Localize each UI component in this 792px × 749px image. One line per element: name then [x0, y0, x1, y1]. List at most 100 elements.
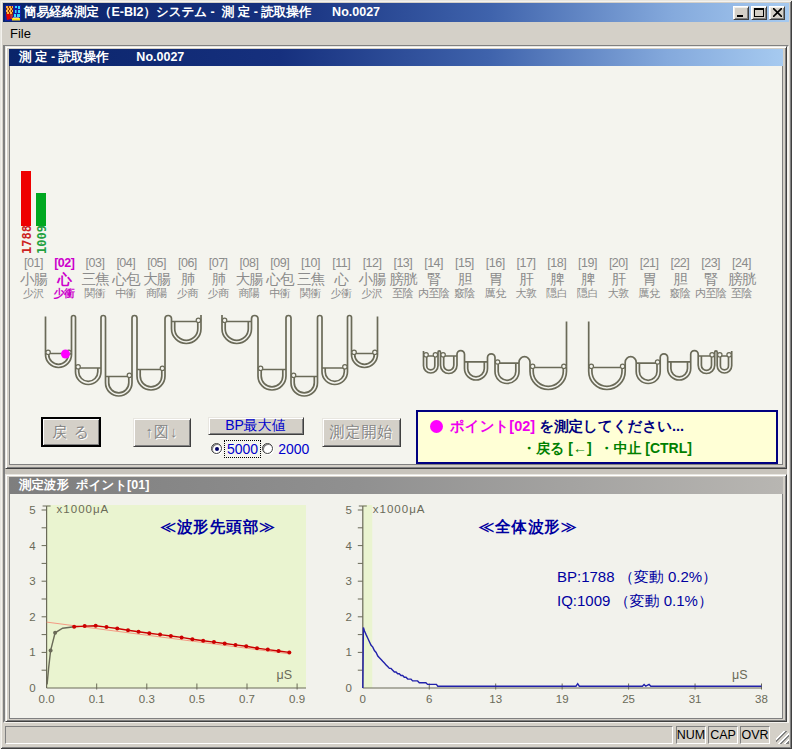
svg-text:μS: μS [276, 668, 292, 682]
acupoint-dot [196, 318, 200, 322]
acupoint-dot [258, 366, 262, 370]
svg-text:25: 25 [622, 693, 635, 705]
digits-diagram [10, 303, 784, 408]
svg-text:1: 1 [345, 646, 351, 658]
app-icon [5, 5, 21, 21]
minimize-icon [736, 8, 746, 17]
point-columns: [01]小腸少沢[02]心少衝[03]三焦関衝[04]心包中衝[05]大腸商陽[… [10, 257, 784, 307]
measure-window-body: 1788 1009 [01]小腸少沢[02]心少衝[03]三焦関衝[04]心包中… [9, 66, 783, 465]
acupoint-dot [441, 353, 445, 357]
svg-text:13: 13 [489, 693, 502, 705]
svg-text:0: 0 [360, 693, 366, 705]
svg-text:6: 6 [426, 693, 432, 705]
svg-text:x1000μA: x1000μA [57, 503, 110, 515]
svg-text:BP:1788 （変動 0.2%）: BP:1788 （変動 0.2%） [557, 568, 717, 585]
iq-bar [36, 193, 46, 226]
measure-window-titlebar[interactable]: 測 定 - 読取操作 No.0027 [9, 49, 783, 66]
svg-text:3: 3 [29, 575, 35, 587]
acupoint-dot [655, 360, 659, 364]
svg-text:1: 1 [29, 646, 35, 658]
svg-text:4: 4 [345, 540, 352, 552]
acupoint-dot [727, 353, 731, 357]
bp-bar-value: 1788 [20, 228, 34, 254]
maximize-icon [754, 8, 764, 17]
message-line2: ・戻る [←] ・中止 [CTRL] [448, 440, 766, 458]
acupoint-dot [352, 350, 356, 354]
radio-2000[interactable] [262, 443, 273, 454]
message-point-ref: ポイント[02] [450, 417, 535, 436]
minimize-button[interactable] [733, 6, 749, 20]
acupoint-dot [291, 373, 295, 377]
point-column-24: [24]膀胱至陰 [717, 257, 765, 299]
acupoint-dot [710, 353, 714, 357]
acupoint-dot [433, 353, 437, 357]
current-point-marker [61, 350, 70, 359]
svg-text:0.0: 0.0 [39, 693, 55, 705]
close-icon [773, 8, 782, 17]
maximize-button[interactable] [751, 6, 767, 20]
svg-text:5: 5 [345, 504, 351, 516]
menu-bar: File [3, 22, 789, 45]
start-measure-button[interactable]: 測定開始 [322, 418, 401, 447]
svg-text:2: 2 [345, 611, 351, 623]
acupoint-dot [562, 364, 566, 368]
acupoint-dot [127, 373, 131, 377]
status-ovr: OVR [740, 726, 770, 744]
status-message [5, 726, 673, 744]
radio-5000[interactable] [211, 443, 222, 454]
svg-text:19: 19 [556, 693, 569, 705]
acupoint-name: 至陰 [717, 288, 765, 299]
point-marker-icon [430, 420, 443, 433]
waveform-window: 測定波形 ポイント[01] 0123450.00.10.30.50.70.9x1… [5, 474, 787, 722]
bp-bar [21, 171, 31, 226]
status-cap: CAP [708, 726, 738, 744]
radio-2000-label[interactable]: 2000 [276, 441, 311, 457]
svg-text:0.5: 0.5 [189, 693, 205, 705]
svg-text:0: 0 [345, 682, 351, 694]
acupoint-dot [424, 353, 428, 357]
iq-bar-value: 1009 [35, 228, 49, 254]
waveform-charts: 0123450.00.10.30.50.70.9x1000μAμS≪波形先頭部≫… [10, 497, 784, 719]
message-text: を測定してください... [535, 417, 684, 436]
svg-text:38: 38 [755, 693, 768, 705]
svg-text:≪全体波形≫: ≪全体波形≫ [479, 518, 578, 535]
window-title: 簡易経絡測定（E-BI2）システム - 測 定 - 読取操作 No.0027 [24, 4, 380, 21]
acupoint-dot [718, 353, 722, 357]
svg-text:0: 0 [29, 682, 35, 694]
acupoint-dot [46, 350, 50, 354]
measure-window-title: 測 定 - 読取操作 No.0027 [19, 49, 184, 66]
waveform-window-body: 0123450.00.10.30.50.70.9x1000μAμS≪波形先頭部≫… [9, 494, 783, 719]
status-bar: NUM CAP OVR [3, 723, 789, 746]
title-bar[interactable]: 簡易経絡測定（E-BI2）システム - 測 定 - 読取操作 No.0027 [3, 3, 789, 22]
window-controls [733, 6, 785, 20]
resize-grip[interactable] [776, 731, 789, 744]
waveform-window-title: 測定波形 ポイント[01] [19, 477, 149, 494]
acupoint-dot [373, 350, 377, 354]
waveform-window-titlebar[interactable]: 測定波形 ポイント[01] [9, 477, 783, 494]
mdi-client: 測 定 - 読取操作 No.0027 1788 1009 [01]小腸少沢[02… [3, 45, 789, 723]
acupoint-dot [160, 366, 164, 370]
acupoint-dot [222, 318, 226, 322]
svg-text:μS: μS [732, 668, 748, 682]
svg-text:x1000μA: x1000μA [373, 503, 426, 515]
acupoint-dot [530, 364, 534, 368]
close-button[interactable] [769, 6, 785, 20]
svg-text:0.9: 0.9 [289, 693, 305, 705]
measure-window: 測 定 - 読取操作 No.0027 1788 1009 [01]小腸少沢[02… [5, 46, 787, 469]
acupoint-dot [620, 364, 624, 368]
svg-text:31: 31 [689, 693, 702, 705]
svg-text:2: 2 [29, 611, 35, 623]
figure-toggle-button[interactable]: ↑図↓ [133, 418, 191, 447]
svg-text:0.3: 0.3 [139, 693, 155, 705]
application-window: 簡易経絡測定（E-BI2）システム - 測 定 - 読取操作 No.0027 F… [0, 0, 792, 749]
acupoint-dot [343, 365, 347, 369]
message-line1: ポイント[02] を測定してください... [430, 417, 684, 436]
svg-text:0.7: 0.7 [239, 693, 255, 705]
svg-text:4: 4 [29, 540, 36, 552]
status-num: NUM [676, 726, 706, 744]
point-number: [24] [717, 257, 765, 270]
menu-file[interactable]: File [3, 24, 38, 43]
svg-text:IQ:1009 （変動 0.1%）: IQ:1009 （変動 0.1%） [557, 592, 713, 609]
back-button[interactable]: 戻 る [41, 417, 101, 447]
radio-5000-label[interactable]: 5000 [225, 441, 260, 457]
